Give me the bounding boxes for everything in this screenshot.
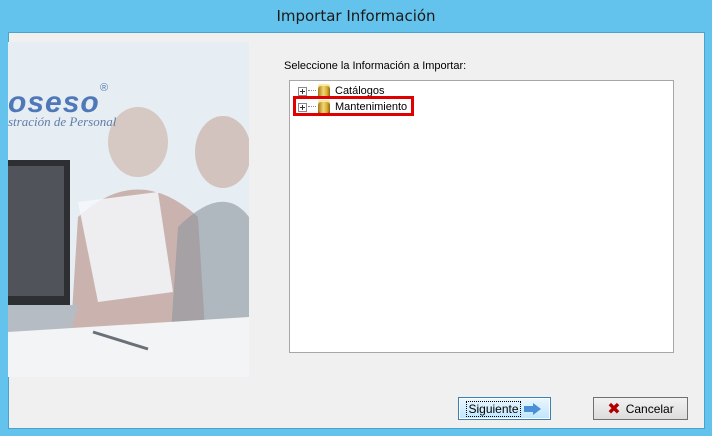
brand-tagline: stración de Personal bbox=[8, 114, 117, 129]
tree-connector bbox=[308, 90, 316, 92]
import-tree[interactable]: Catálogos Mantenimiento bbox=[289, 80, 674, 353]
window-title: Importar Información bbox=[276, 7, 436, 25]
next-button[interactable]: Siguiente bbox=[458, 397, 551, 420]
highlight-box bbox=[293, 96, 414, 116]
side-banner-image: oseso ® stración de Personal bbox=[8, 42, 249, 377]
next-button-label: Siguiente bbox=[466, 400, 521, 417]
cancel-button[interactable]: ✖ Cancelar bbox=[593, 397, 688, 420]
x-icon: ✖ bbox=[607, 399, 621, 418]
cancel-button-label: Cancelar bbox=[625, 401, 674, 416]
instruction-label: Seleccione la Información a Importar: bbox=[284, 60, 467, 72]
registered-mark: ® bbox=[100, 82, 109, 94]
arrow-right-icon bbox=[523, 402, 542, 415]
expand-plus-icon[interactable] bbox=[298, 86, 307, 96]
dialog-window: Importar Información oseso ® stración de… bbox=[0, 0, 712, 436]
